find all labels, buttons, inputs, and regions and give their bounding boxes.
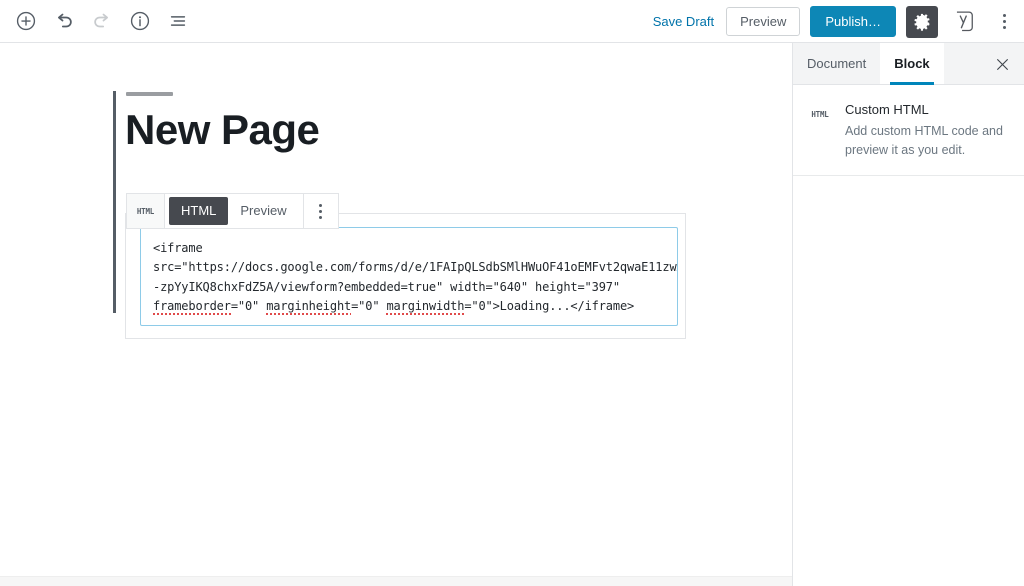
block-type-icon-button[interactable]: HTML <box>127 194 165 228</box>
tab-document[interactable]: Document <box>793 43 880 84</box>
tab-html[interactable]: HTML <box>169 197 229 225</box>
more-vertical-icon-dot-2 <box>319 209 323 213</box>
code-token: src="https://docs.google.com/forms/d/e/1… <box>153 260 678 275</box>
code-token: ="0" <box>230 298 267 313</box>
preview-button[interactable]: Preview <box>726 7 801 36</box>
canvas-bottom-strip <box>0 576 792 586</box>
html-code-textarea[interactable]: <iframe src="https://docs.google.com/for… <box>140 227 678 326</box>
redo-button[interactable] <box>84 3 120 39</box>
gutenberg-editor-window: Save Draft Preview Publish… New Page HTM… <box>0 0 1024 586</box>
top-bar-right-actions: Save Draft Preview Publish… <box>651 0 1018 43</box>
block-description: Add custom HTML code and preview it as y… <box>845 124 1003 157</box>
publish-button[interactable]: Publish… <box>810 6 896 37</box>
permalink-placeholder <box>126 92 173 96</box>
gear-icon <box>913 13 929 31</box>
page-title[interactable]: New Page <box>125 106 320 153</box>
tab-block[interactable]: Block <box>880 43 944 85</box>
close-sidebar-button[interactable] <box>986 48 1018 80</box>
code-token-misspelled: marginheight <box>266 298 352 315</box>
more-tools-menu-button[interactable] <box>990 5 1018 39</box>
block-icon-wrapper: HTML <box>807 101 833 122</box>
code-token: -zpYyIKQ8chxFdZ5A/viewform?embedded=true… <box>153 279 620 294</box>
save-draft-button[interactable]: Save Draft <box>651 10 716 33</box>
redo-icon <box>94 13 109 28</box>
list-view-icon <box>170 16 186 26</box>
top-bar-left-tools <box>0 3 196 39</box>
code-line: frameborder="0" marginheight="0" marginw… <box>153 297 667 316</box>
sidebar-tab-bar: Document Block <box>793 43 1024 85</box>
code-line: src="https://docs.google.com/forms/d/e/1… <box>153 258 677 277</box>
undo-button[interactable] <box>46 3 82 39</box>
block-info-text: Custom HTML Add custom HTML code and pre… <box>845 101 1008 159</box>
block-toolbar: HTML HTML Preview <box>126 193 339 229</box>
code-token-misspelled: marginwidth <box>386 298 465 315</box>
block-selection-indicator <box>113 91 116 313</box>
block-info-panel: HTML Custom HTML Add custom HTML code an… <box>793 85 1024 177</box>
block-navigation-button[interactable] <box>160 3 196 39</box>
tab-preview[interactable]: Preview <box>228 197 298 225</box>
block-more-options-button[interactable] <box>304 194 338 228</box>
more-vertical-icon-dot-1 <box>319 203 323 207</box>
more-vertical-icon-dot-3 <box>1002 26 1006 29</box>
html-block-icon: HTML <box>811 110 829 119</box>
code-line: <iframe <box>153 239 667 258</box>
more-vertical-icon-dot-2 <box>1002 20 1006 23</box>
settings-sidebar: Document Block HTML Custom HTML Add cust… <box>793 43 1024 586</box>
undo-icon <box>57 13 72 28</box>
editor-canvas: New Page HTML HTML Preview <iframe src="… <box>0 43 793 586</box>
block-title: Custom HTML <box>845 102 929 117</box>
plus-circle-icon <box>16 11 36 31</box>
editor-top-bar: Save Draft Preview Publish… <box>0 0 1024 43</box>
code-token-misspelled: frameborder <box>153 298 231 315</box>
code-token: <iframe <box>153 241 203 255</box>
content-info-button[interactable] <box>122 3 158 39</box>
html-block-icon: HTML <box>136 206 155 216</box>
code-token: ="0">Loading...</iframe> <box>464 298 635 313</box>
yoast-seo-button[interactable] <box>948 6 980 38</box>
yoast-seo-icon <box>956 10 973 31</box>
settings-toggle-button[interactable] <box>906 5 938 38</box>
custom-html-block[interactable]: <iframe src="https://docs.google.com/for… <box>125 213 686 339</box>
block-view-tabs: HTML Preview <box>165 194 304 228</box>
add-block-button[interactable] <box>8 3 44 39</box>
more-vertical-icon-dot-3 <box>319 215 323 219</box>
code-token: ="0" <box>351 298 387 313</box>
more-vertical-icon-dot-1 <box>1002 14 1006 17</box>
info-icon <box>130 11 150 31</box>
close-icon <box>996 58 1008 70</box>
code-line: -zpYyIKQ8chxFdZ5A/viewform?embedded=true… <box>153 278 667 297</box>
